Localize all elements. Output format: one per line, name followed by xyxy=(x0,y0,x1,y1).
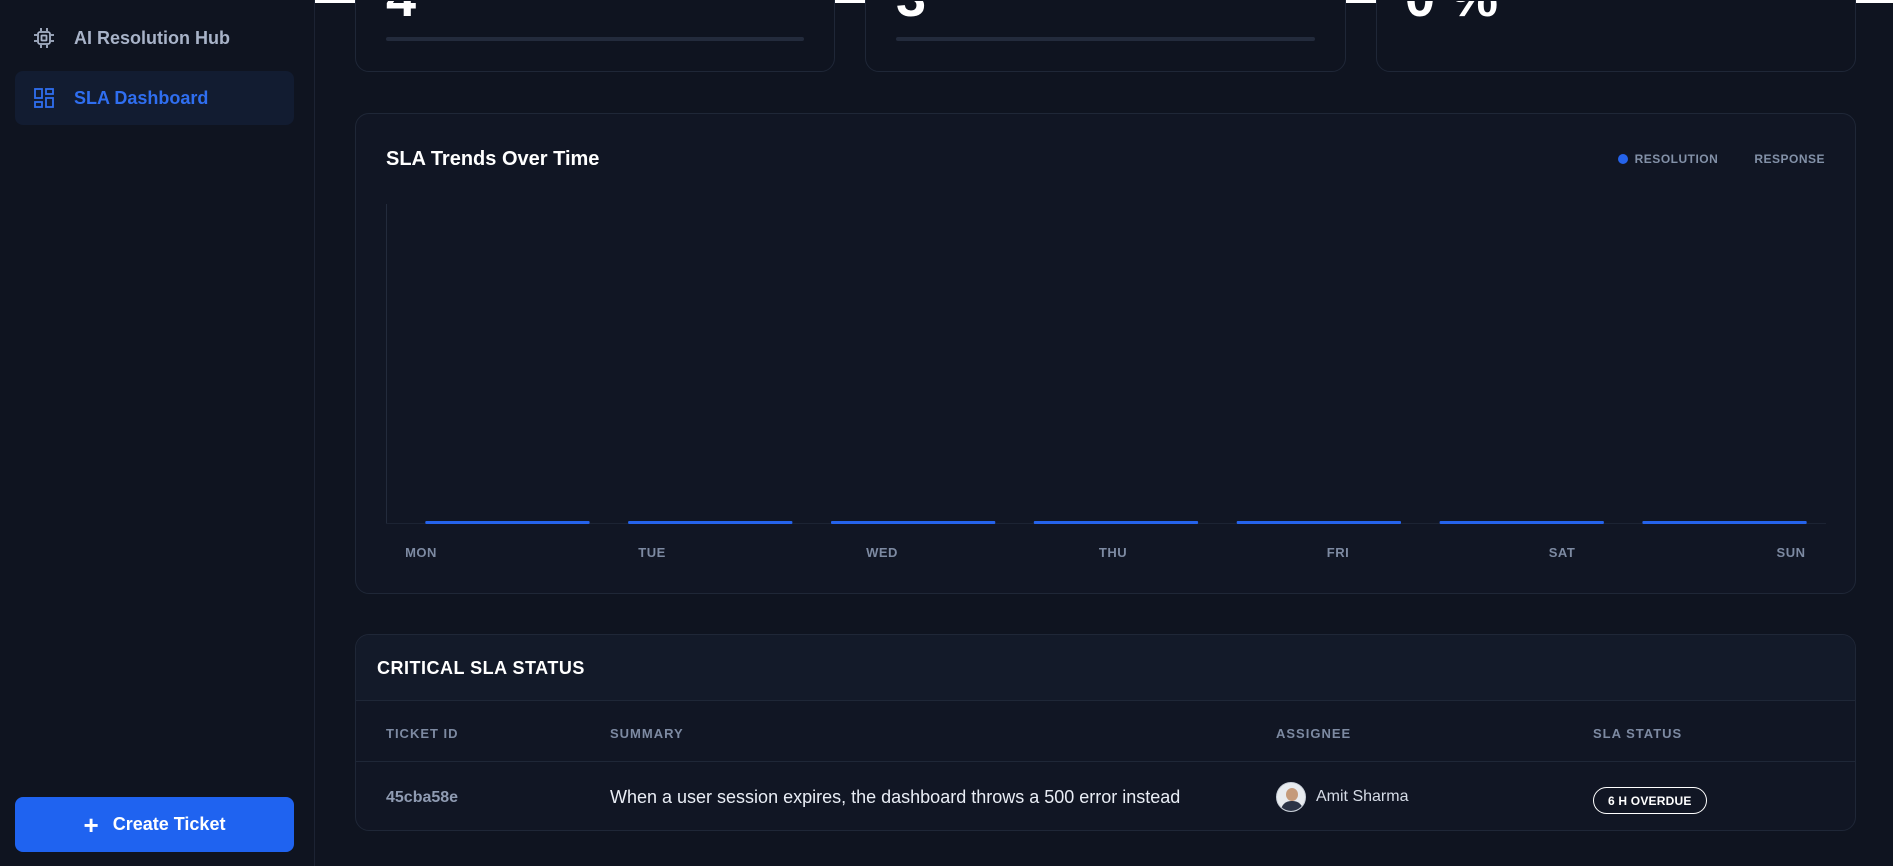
kpi-card-1: 4 xyxy=(355,0,835,72)
table-row[interactable]: 45cba58e When a user session expires, th… xyxy=(356,762,1855,830)
x-tick-label-sat: SAT xyxy=(1548,545,1576,560)
kpi-value: 4 xyxy=(386,1,416,25)
legend-label: RESPONSE xyxy=(1754,152,1825,166)
kpi-progress-bar xyxy=(896,37,1315,41)
chart-bar-thu[interactable] xyxy=(1033,521,1199,524)
chart-bar-mon[interactable] xyxy=(425,521,590,524)
chart-bar-sat[interactable] xyxy=(1439,521,1604,524)
sla-trends-chart-card: SLA Trends Over Time RESOLUTION RESPONSE… xyxy=(355,113,1856,594)
chart-bar-fri[interactable] xyxy=(1236,521,1401,524)
x-tick-label-wed: WED xyxy=(866,545,898,560)
kpi-progress-bar xyxy=(386,37,804,41)
chart-plot-area xyxy=(386,204,1826,524)
column-header-ticket-id[interactable]: TICKET ID xyxy=(386,726,459,741)
chart-bar-wed[interactable] xyxy=(831,521,996,524)
column-header-sla-status[interactable]: SLA STATUS xyxy=(1593,726,1682,741)
critical-sla-status-card: CRITICAL SLA STATUS TICKET ID SUMMARY AS… xyxy=(355,634,1856,831)
status-badge: 6 H OVERDUE xyxy=(1593,787,1707,814)
x-tick-label-sun: SUN xyxy=(1776,545,1806,560)
x-tick-label-tue: TUE xyxy=(638,545,666,560)
avatar xyxy=(1276,782,1306,812)
x-tick-label-thu: THU xyxy=(1098,545,1128,560)
kpi-card-2: 3 xyxy=(865,0,1346,72)
table-header-bar: CRITICAL SLA STATUS xyxy=(356,635,1855,701)
create-ticket-button[interactable]: + Create Ticket xyxy=(15,797,294,852)
legend-label: RESOLUTION xyxy=(1634,152,1719,166)
ticket-id[interactable]: 45cba58e xyxy=(386,789,458,807)
kpi-value: 3 xyxy=(896,1,926,25)
column-header-assignee[interactable]: ASSIGNEE xyxy=(1276,726,1351,741)
sidebar: AI Resolution Hub SLA Dashboard + Create… xyxy=(0,0,315,866)
kpi-card-3: 0 % xyxy=(1376,0,1856,72)
chart-svg xyxy=(386,204,1826,524)
column-header-summary[interactable]: SUMMARY xyxy=(610,726,684,741)
legend-dot xyxy=(1617,154,1628,164)
chart-legend: RESOLUTION RESPONSE xyxy=(1617,152,1825,166)
app-root: AI Resolution Hub SLA Dashboard + Create… xyxy=(0,0,1893,866)
kpi-value: 0 % xyxy=(1405,1,1498,25)
ticket-summary: When a user session expires, the dashboa… xyxy=(610,787,1181,807)
cpu-chip-icon xyxy=(32,26,56,50)
x-tick-label-fri: FRI xyxy=(1326,545,1350,560)
legend-item-resolution[interactable]: RESOLUTION xyxy=(1617,152,1719,166)
legend-item-response[interactable]: RESPONSE xyxy=(1754,152,1825,166)
table-title: CRITICAL SLA STATUS xyxy=(377,658,585,678)
table-column-headers: TICKET ID SUMMARY ASSIGNEE SLA STATUS xyxy=(356,701,1855,762)
x-tick-label-mon: MON xyxy=(405,545,437,560)
create-ticket-label: Create Ticket xyxy=(112,814,226,834)
sidebar-item-ai-resolution-hub[interactable]: AI Resolution Hub xyxy=(15,11,294,65)
chart-title: SLA Trends Over Time xyxy=(386,148,600,170)
sidebar-item-label: AI Resolution Hub xyxy=(74,27,230,48)
sidebar-item-label: SLA Dashboard xyxy=(74,87,209,108)
plus-icon: + xyxy=(83,809,99,840)
chart-bar-tue[interactable] xyxy=(628,521,793,524)
dashboard-grid-icon xyxy=(32,86,56,110)
sidebar-item-sla-dashboard[interactable]: SLA Dashboard xyxy=(15,71,294,125)
assignee-cell: Amit Sharma xyxy=(1276,782,1408,812)
chart-bar-sun[interactable] xyxy=(1642,521,1807,524)
assignee-name: Amit Sharma xyxy=(1316,788,1409,805)
chart-x-axis-labels: MON TUE WED THU FRI SAT SUN xyxy=(386,545,1826,565)
